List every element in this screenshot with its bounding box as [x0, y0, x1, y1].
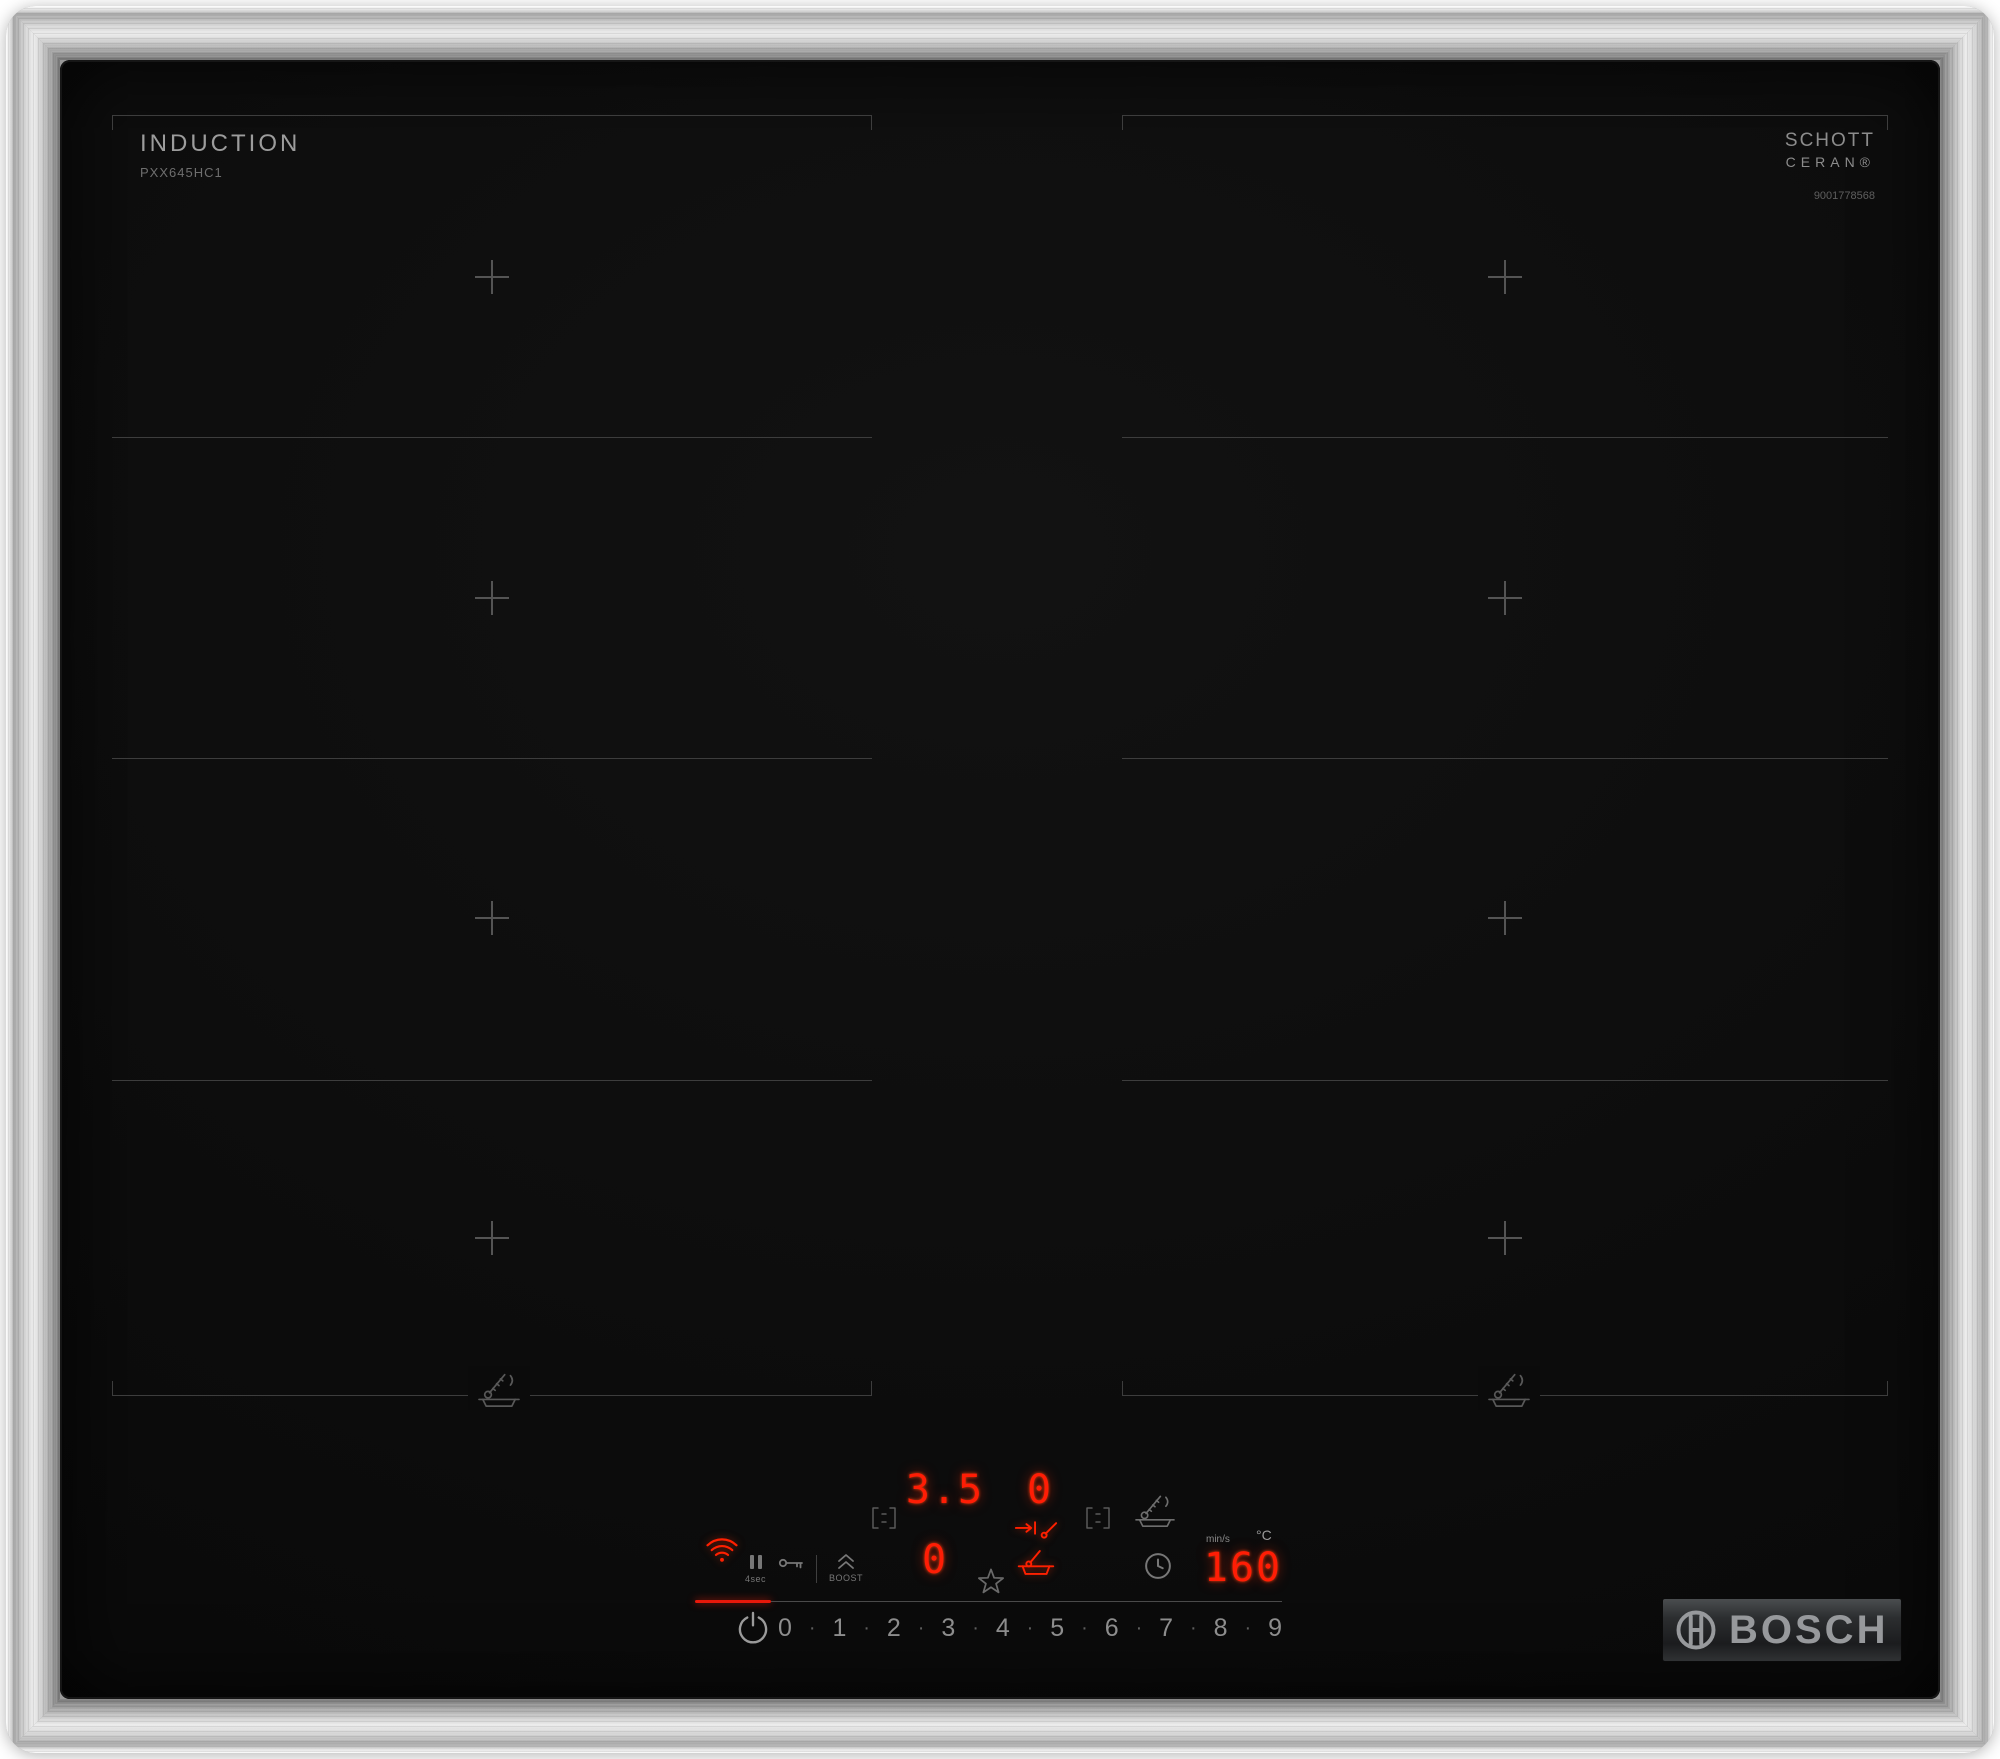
frame-top: [6, 6, 1994, 60]
right-fry-sensor-marking: [1478, 1366, 1540, 1410]
ceramic-glass-surface: [60, 60, 1940, 1699]
right-zone-divider-2: [1122, 758, 1888, 759]
schott-text: SCHOTT: [1784, 130, 1875, 151]
slider-dot: ·: [1244, 1617, 1252, 1639]
cluster-divider: [816, 1555, 818, 1583]
timer-display: 160: [1203, 1545, 1283, 1591]
pot-cross-left-3: [475, 901, 509, 935]
model-number: PXX645HC1: [140, 165, 223, 180]
slider-digit-3[interactable]: 3: [941, 1614, 955, 1643]
pot-cross-right-1: [1488, 260, 1522, 294]
slider-dot: ·: [863, 1617, 870, 1639]
pot-cross-right-3: [1488, 901, 1522, 935]
slider-digit-9[interactable]: 9: [1268, 1614, 1282, 1643]
slider-dot: ·: [1190, 1617, 1197, 1639]
boost-icon: [836, 1553, 856, 1570]
slider-dot: ·: [972, 1617, 979, 1639]
bosch-logo-text: BOSCH: [1729, 1607, 1889, 1652]
slider-dot: ·: [808, 1617, 816, 1639]
right-zone-top-outline: [1122, 115, 1888, 130]
slider-dot: ·: [1026, 1617, 1034, 1639]
bosch-anchor-icon: [1675, 1609, 1717, 1651]
flex-zone-right-icon[interactable]: [1083, 1505, 1113, 1531]
slider-active-segment[interactable]: [695, 1600, 771, 1603]
boost-label: BOOST: [829, 1573, 864, 1583]
time-unit-label: min/s: [1206, 1534, 1230, 1545]
boost-button[interactable]: BOOST: [829, 1553, 863, 1583]
slider-digit-8[interactable]: 8: [1214, 1614, 1228, 1643]
left-zone-top-outline: [112, 115, 872, 130]
clock-icon[interactable]: [1143, 1551, 1173, 1581]
move-pan-icon: [1013, 1520, 1059, 1580]
slider-dot: ·: [1135, 1617, 1143, 1639]
slider-dot: ·: [917, 1617, 925, 1639]
lock-boost-cluster: 4sec BOOST: [745, 1553, 863, 1584]
right-zone-divider-3: [1122, 1080, 1888, 1081]
induction-label: INDUCTION: [140, 130, 301, 157]
pause-button[interactable]: 4sec: [745, 1553, 766, 1584]
power-level-display-bottom: 0: [921, 1537, 949, 1583]
bosch-logo: BOSCH: [1662, 1598, 1902, 1662]
power-level-display-right: 0: [1026, 1467, 1054, 1513]
left-fry-sensor-marking: [468, 1366, 530, 1410]
fry-sensor-icon[interactable]: [1133, 1490, 1177, 1528]
pause-icon: [748, 1553, 764, 1571]
pot-cross-left-4: [475, 1221, 509, 1255]
slider-digit-5[interactable]: 5: [1050, 1614, 1064, 1643]
frame-right: [1940, 6, 1994, 1753]
key-lock-icon: [778, 1556, 804, 1570]
star-icon[interactable]: [976, 1567, 1006, 1596]
frame-left: [6, 6, 60, 1753]
temperature-unit-label: °C: [1256, 1527, 1272, 1543]
right-zone-divider-1: [1122, 437, 1888, 438]
flex-zone-left-icon[interactable]: [869, 1505, 899, 1531]
left-zone-divider-1: [112, 437, 872, 438]
power-level-display-left: 3.5: [905, 1467, 985, 1513]
left-zone-divider-2: [112, 758, 872, 759]
schott-ceran-logo: SCHOTT CERAN®: [1745, 130, 1875, 170]
slider-digit-2[interactable]: 2: [887, 1614, 901, 1643]
slider-track[interactable]: [771, 1601, 1282, 1602]
slider-digit-1[interactable]: 1: [832, 1614, 846, 1643]
left-zone-divider-3: [112, 1080, 872, 1081]
slider-digit-7[interactable]: 7: [1159, 1614, 1173, 1643]
serial-number: 9001778568: [1813, 190, 1875, 202]
pot-cross-left-1: [475, 260, 509, 294]
power-slider[interactable]: 0 · 1 · 2 · 3 · 4 · 5 · 6 · 7 · 8 · 9: [778, 1614, 1282, 1643]
induction-hob: INDUCTION PXX645HC1 SCHOTT CERAN® 900177…: [0, 0, 2000, 1759]
slider-digit-6[interactable]: 6: [1105, 1614, 1119, 1643]
pot-cross-left-2: [475, 581, 509, 615]
ceran-text: CERAN®: [1785, 154, 1875, 170]
pause-label: 4sec: [745, 1574, 767, 1584]
power-icon[interactable]: [736, 1611, 770, 1645]
wifi-icon[interactable]: [705, 1535, 739, 1564]
key-lock-button[interactable]: [778, 1553, 804, 1570]
pot-cross-right-2: [1488, 581, 1522, 615]
slider-digit-0[interactable]: 0: [778, 1614, 792, 1643]
frame-bottom: [6, 1699, 1994, 1753]
slider-dot: ·: [1081, 1617, 1088, 1639]
slider-digit-4[interactable]: 4: [996, 1614, 1010, 1643]
pot-cross-right-4: [1488, 1221, 1522, 1255]
